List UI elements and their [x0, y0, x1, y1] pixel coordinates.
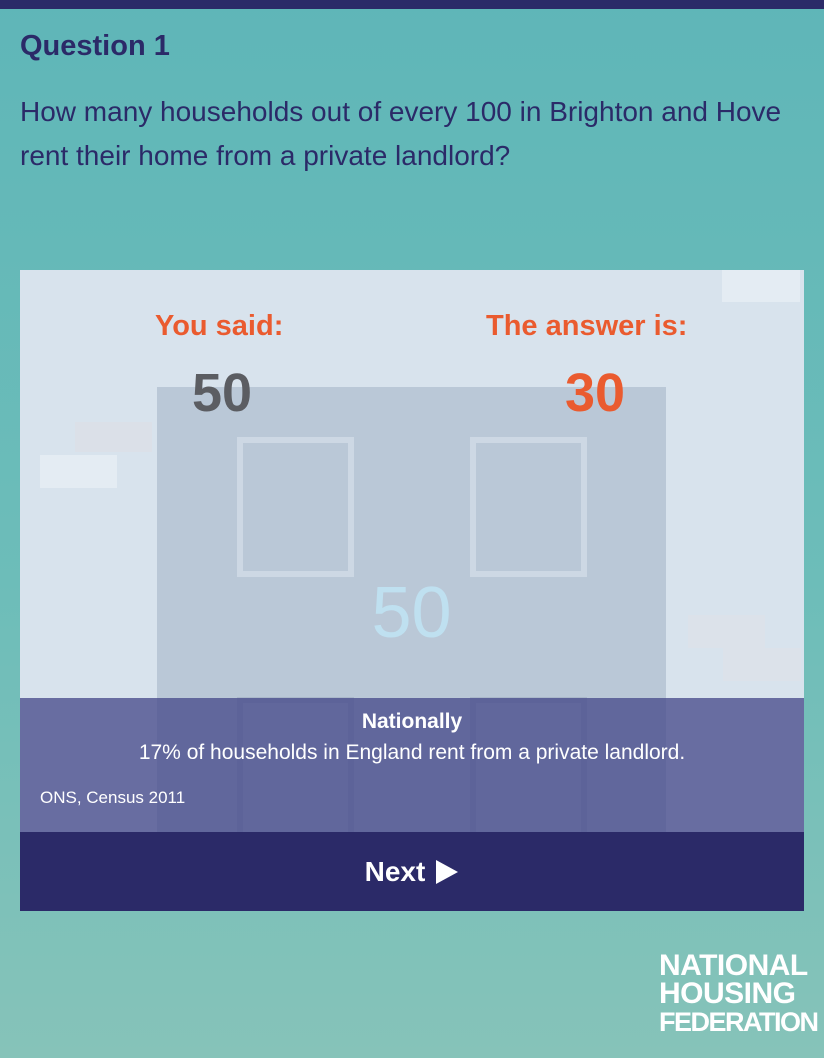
- brick-decoration: [75, 422, 152, 452]
- national-info-panel: Nationally 17% of households in England …: [20, 698, 804, 832]
- info-source: ONS, Census 2011: [40, 788, 186, 807]
- house-door-number: 50: [371, 573, 452, 653]
- question-text: How many households out of every 100 in …: [20, 96, 782, 171]
- brick-decoration: [723, 648, 801, 681]
- info-text: 17% of households in England rent from a…: [138, 741, 686, 764]
- logo-line: NATIONAL: [659, 949, 808, 982]
- window-right: [470, 437, 587, 577]
- answer-label: The answer is:: [486, 310, 688, 342]
- top-bar: [0, 0, 824, 9]
- logo-line: FEDERATION: [659, 1007, 819, 1037]
- brick-decoration: [722, 270, 800, 302]
- info-title: Nationally: [361, 710, 463, 733]
- next-button[interactable]: Next: [20, 832, 804, 911]
- answer-value: 30: [565, 363, 626, 423]
- logo-line: HOUSING: [659, 977, 796, 1010]
- you-said-label: You said:: [155, 310, 284, 342]
- question-number: Question 1: [20, 30, 170, 62]
- window-left: [237, 437, 354, 577]
- brick-decoration: [688, 615, 765, 648]
- national-housing-federation-logo: NATIONAL HOUSING FEDERATION: [659, 949, 819, 1037]
- brick-decoration: [40, 455, 117, 488]
- result-card: 50 You said: 50 The answer is: 30 Nation…: [20, 270, 804, 911]
- play-icon: [436, 859, 459, 884]
- you-said-value: 50: [192, 363, 253, 423]
- next-button-label: Next: [364, 855, 426, 887]
